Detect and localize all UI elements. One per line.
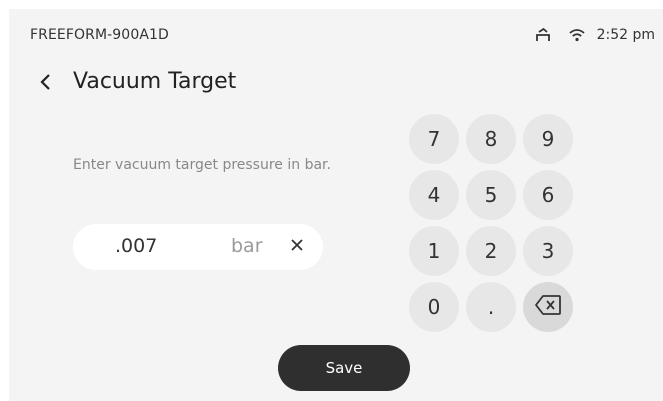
back-button[interactable] [35, 71, 57, 97]
chevron-left-icon [39, 73, 53, 95]
vacuum-target-screen: FREEFORM-900A1D 2:52 pm Vacuum Target En… [9, 9, 663, 401]
backspace-icon [534, 294, 562, 321]
wifi-icon [567, 25, 587, 45]
tray-icon [533, 25, 553, 45]
key-9[interactable]: 9 [523, 114, 573, 164]
key-4[interactable]: 4 [409, 170, 459, 220]
unit-label: bar [231, 235, 263, 257]
key-6[interactable]: 6 [523, 170, 573, 220]
page-title: Vacuum Target [73, 69, 237, 94]
save-button[interactable]: Save [278, 345, 410, 391]
clear-button[interactable] [285, 235, 309, 259]
status-bar: 2:52 pm [533, 23, 655, 47]
key-7[interactable]: 7 [409, 114, 459, 164]
key-3[interactable]: 3 [523, 226, 573, 276]
device-name: FREEFORM-900A1D [30, 27, 169, 43]
pressure-value: .007 [115, 235, 158, 257]
backspace-button[interactable] [523, 282, 573, 332]
key-decimal[interactable]: . [466, 282, 516, 332]
key-5[interactable]: 5 [466, 170, 516, 220]
key-2[interactable]: 2 [466, 226, 516, 276]
key-8[interactable]: 8 [466, 114, 516, 164]
pressure-input[interactable]: .007 bar [73, 224, 323, 270]
clock: 2:52 pm [596, 27, 655, 43]
key-0[interactable]: 0 [409, 282, 459, 332]
instruction-text: Enter vacuum target pressure in bar. [73, 157, 331, 173]
key-1[interactable]: 1 [409, 226, 459, 276]
close-icon [289, 237, 305, 257]
